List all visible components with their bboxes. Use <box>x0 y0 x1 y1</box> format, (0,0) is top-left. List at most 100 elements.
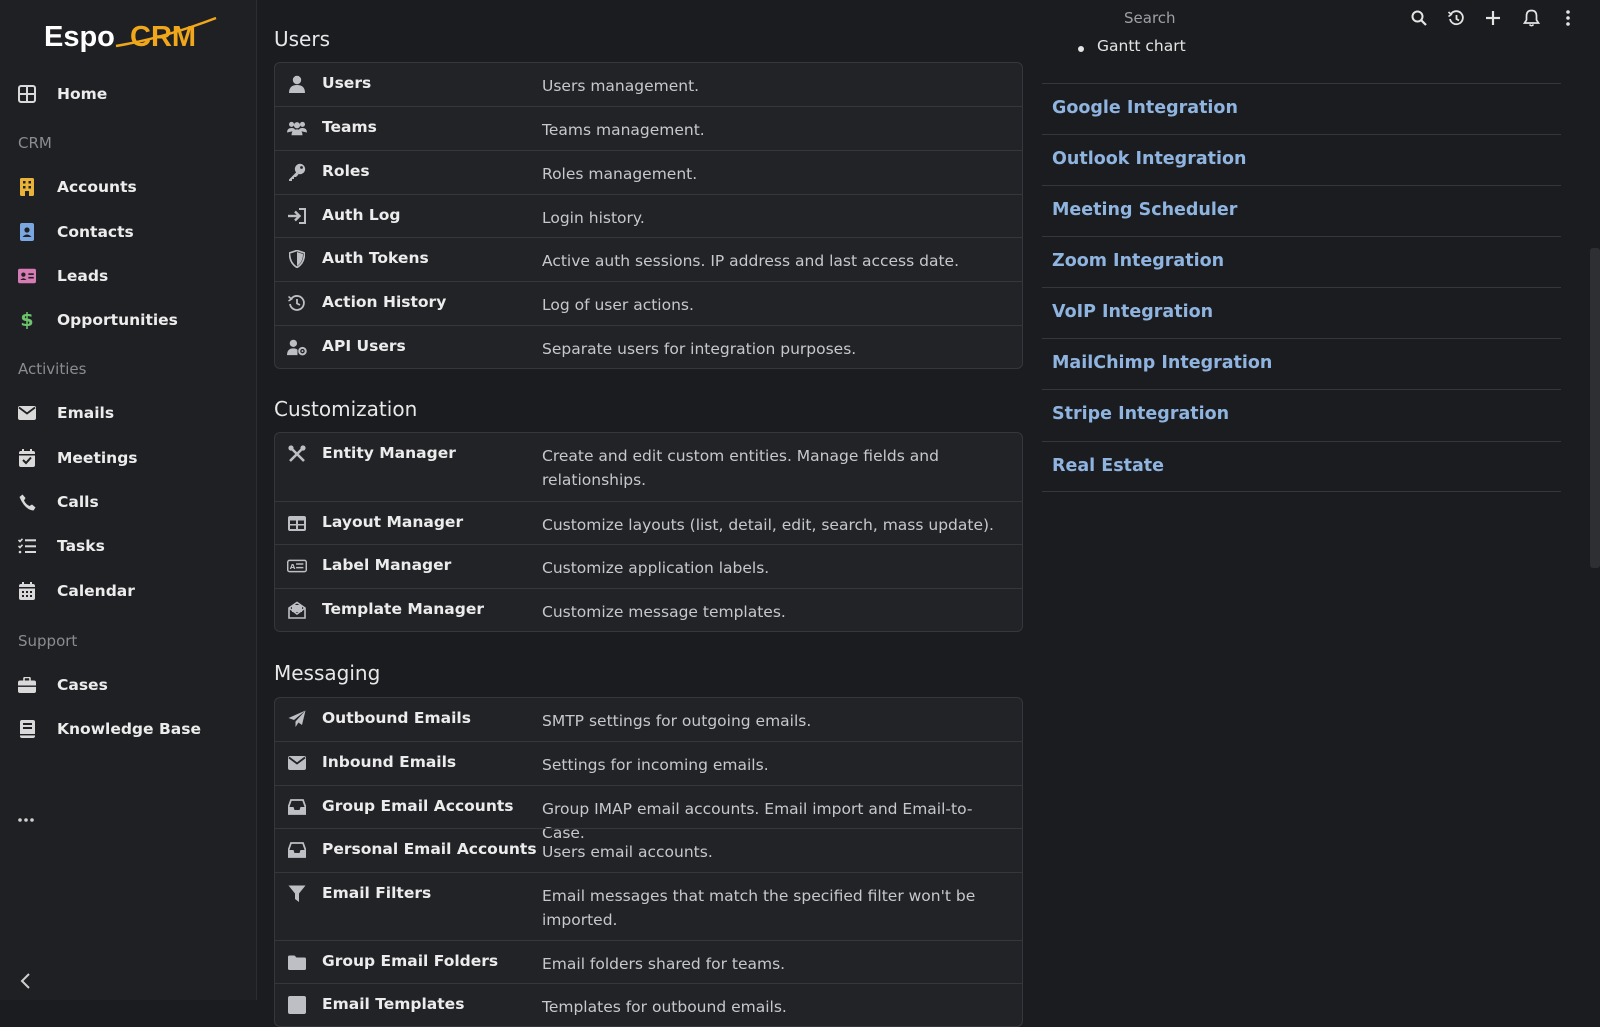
phone-icon <box>18 493 36 511</box>
sidebar-item-label: Emails <box>57 404 115 422</box>
gantt-chart-item: Gantt chart <box>1097 37 1186 55</box>
sidebar-item-emails[interactable]: Emails <box>0 393 257 433</box>
collapse-sidebar-button[interactable] <box>18 970 34 992</box>
layout-manager-link[interactable]: Layout Manager <box>322 513 463 531</box>
building-icon <box>18 178 36 196</box>
admin-row-layout-manager: Layout Manager Customize layouts (list, … <box>275 501 1022 544</box>
scrollbar[interactable] <box>1590 248 1600 568</box>
auth-log-description: Login history. <box>542 209 645 227</box>
admin-row-entity-manager: Entity Manager Create and edit custom en… <box>275 433 1022 501</box>
bell-icon[interactable] <box>1521 8 1541 28</box>
integration-row: MailChimp Integration <box>1042 338 1561 389</box>
admin-row-inbound-emails: Inbound Emails Settings for incoming ema… <box>275 741 1022 785</box>
admin-row-roles: Roles Roles management. <box>275 150 1022 194</box>
espocrm-logo[interactable]: Espo CRM <box>44 16 219 56</box>
group-email-folders-link[interactable]: Group Email Folders <box>322 952 498 970</box>
sidebar-item-leads[interactable]: Leads <box>0 256 257 296</box>
sidebar-item-accounts[interactable]: Accounts <box>0 167 257 207</box>
sidebar-item-label: Contacts <box>57 223 134 241</box>
sidebar-item-label: Opportunities <box>57 311 178 329</box>
sidebar-item-contacts[interactable]: Contacts <box>0 212 257 252</box>
google-integration-link[interactable]: Google Integration <box>1052 98 1238 118</box>
admin-row-label-manager: A Label Manager Customize application la… <box>275 544 1022 588</box>
admin-row-email-templates: Email Templates Templates for outbound e… <box>275 983 1022 1026</box>
teams-link[interactable]: Teams <box>322 118 377 136</box>
admin-row-auth-log: Auth Log Login history. <box>275 194 1022 237</box>
shield-icon <box>287 250 307 268</box>
history-icon[interactable] <box>1446 8 1466 28</box>
sidebar-item-opportunities[interactable]: $ Opportunities <box>0 300 257 340</box>
dollar-icon: $ <box>20 309 34 331</box>
users-link[interactable]: Users <box>322 74 371 92</box>
envelope-open-icon <box>287 601 307 619</box>
meeting-scheduler-link[interactable]: Meeting Scheduler <box>1052 200 1237 220</box>
admin-row-template-manager: Template Manager Customize message templ… <box>275 588 1022 631</box>
search-input[interactable]: Search <box>1124 9 1176 27</box>
sidebar-item-label: Cases <box>57 676 108 694</box>
id-card-icon <box>18 267 36 285</box>
stripe-integration-link[interactable]: Stripe Integration <box>1052 404 1229 424</box>
auth-log-link[interactable]: Auth Log <box>322 206 401 224</box>
email-templates-description: Templates for outbound emails. <box>542 998 787 1016</box>
users-description: Users management. <box>542 77 700 95</box>
admin-row-teams: Teams Teams management. <box>275 106 1022 150</box>
integration-row: Zoom Integration <box>1042 236 1561 287</box>
paper-plane-icon <box>287 710 307 728</box>
sidebar-item-tasks[interactable]: Tasks <box>0 526 257 566</box>
section-title-customization: Customization <box>274 397 418 421</box>
outbound-emails-link[interactable]: Outbound Emails <box>322 709 471 727</box>
integration-row: Google Integration <box>1042 83 1561 134</box>
sidebar-item-label: Leads <box>57 267 109 285</box>
admin-row-outbound-emails: Outbound Emails SMTP settings for outgoi… <box>275 698 1022 741</box>
label-manager-link[interactable]: Label Manager <box>322 556 451 574</box>
integration-row: Real Estate <box>1042 441 1561 492</box>
outlook-integration-link[interactable]: Outlook Integration <box>1052 149 1247 169</box>
roles-link[interactable]: Roles <box>322 162 370 180</box>
section-title-users: Users <box>274 27 331 51</box>
sidebar-item-label: Accounts <box>57 178 137 196</box>
inbound-emails-link[interactable]: Inbound Emails <box>322 753 456 771</box>
sidebar-item-label: Tasks <box>57 537 105 555</box>
label-manager-description: Customize application labels. <box>542 559 770 577</box>
email-templates-link[interactable]: Email Templates <box>322 995 464 1013</box>
sidebar-item-knowledge-base[interactable]: Knowledge Base <box>0 709 257 749</box>
admin-row-group-email-folders: Group Email Folders Email folders shared… <box>275 940 1022 983</box>
sidebar-item-label: Knowledge Base <box>57 720 201 738</box>
api-users-link[interactable]: API Users <box>322 337 406 355</box>
api-users-description: Separate users for integration purposes. <box>542 340 857 358</box>
zoom-integration-link[interactable]: Zoom Integration <box>1052 251 1224 271</box>
admin-row-group-email-accounts: Group Email Accounts Group IMAP email ac… <box>275 785 1022 842</box>
tasks-icon <box>18 537 36 555</box>
group-email-accounts-link[interactable]: Group Email Accounts <box>322 797 514 815</box>
entity-manager-link[interactable]: Entity Manager <box>322 444 456 462</box>
auth-tokens-link[interactable]: Auth Tokens <box>322 249 429 267</box>
sidebar-item-meetings[interactable]: Meetings <box>0 438 257 478</box>
email-filters-link[interactable]: Email Filters <box>322 884 431 902</box>
mailchimp-integration-link[interactable]: MailChimp Integration <box>1052 353 1272 373</box>
plus-icon[interactable] <box>1483 8 1503 28</box>
entity-manager-description: Create and edit custom entities. Manage … <box>542 447 939 489</box>
more-menu-button[interactable] <box>16 812 38 826</box>
label-icon: A <box>287 557 307 575</box>
envelope-icon <box>18 404 36 422</box>
action-history-link[interactable]: Action History <box>322 293 446 311</box>
sidebar-item-calendar[interactable]: Calendar <box>0 571 257 611</box>
calendar-icon <box>18 582 36 600</box>
admin-row-personal-email-accounts: Personal Email Accounts Users email acco… <box>275 828 1022 872</box>
personal-email-accounts-description: Users email accounts. <box>542 843 713 861</box>
tools-icon <box>287 445 307 463</box>
admin-row-action-history: Action History Log of user actions. <box>275 281 1022 325</box>
sidebar-item-home[interactable]: Home <box>0 74 257 114</box>
personal-email-accounts-link[interactable]: Personal Email Accounts <box>322 840 537 858</box>
template-manager-link[interactable]: Template Manager <box>322 600 484 618</box>
search-icon[interactable] <box>1409 8 1429 28</box>
menu-kebab-icon[interactable] <box>1558 8 1578 28</box>
group-email-folders-description: Email folders shared for teams. <box>542 955 786 973</box>
admin-row-auth-tokens: Auth Tokens Active auth sessions. IP add… <box>275 237 1022 281</box>
sidebar-item-label: Meetings <box>57 449 138 467</box>
sidebar-item-cases[interactable]: Cases <box>0 665 257 705</box>
sidebar-item-calls[interactable]: Calls <box>0 482 257 522</box>
voip-integration-link[interactable]: VoIP Integration <box>1052 302 1213 322</box>
messaging-panel: Outbound Emails SMTP settings for outgoi… <box>274 697 1023 1027</box>
real-estate-link[interactable]: Real Estate <box>1052 456 1164 476</box>
